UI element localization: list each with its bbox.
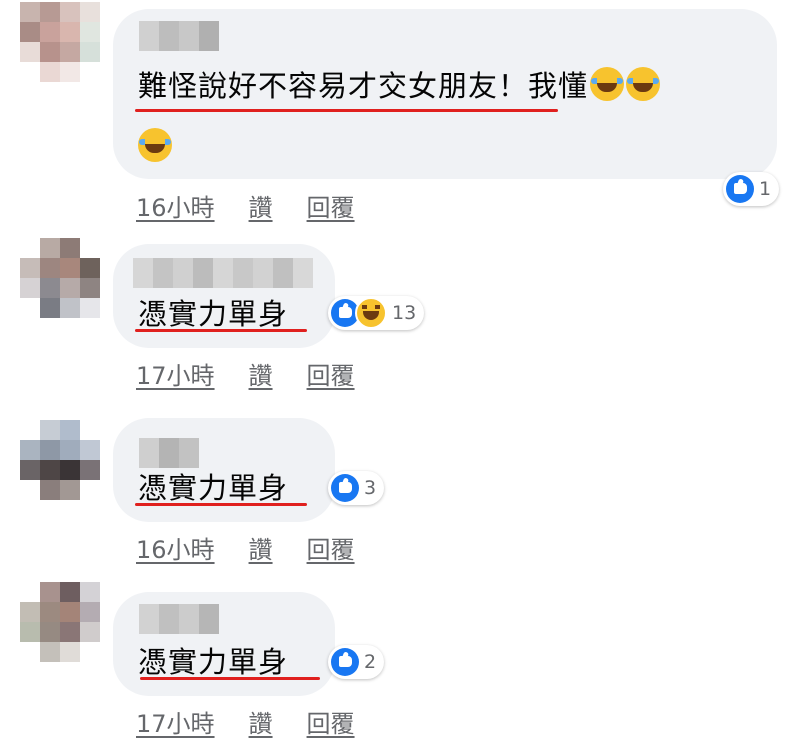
comment-meta: 16小時 讚 回覆	[136, 188, 355, 223]
haha-reaction-icon	[355, 297, 387, 329]
timestamp-link[interactable]: 16小時	[136, 188, 215, 223]
highlight-underline	[135, 329, 307, 332]
laugh-tears-emoji-icon	[626, 67, 661, 101]
reaction-summary[interactable]: 1	[723, 172, 780, 206]
comment-meta: 16小時 讚 回覆	[136, 530, 355, 565]
author-name-redacted[interactable]	[139, 438, 199, 468]
like-button[interactable]: 讚	[249, 530, 273, 565]
like-reaction-icon	[726, 175, 754, 203]
avatar[interactable]	[20, 420, 100, 500]
comment-bubble: 憑實力單身	[113, 418, 335, 522]
laugh-tears-emoji-icon	[590, 67, 625, 101]
comment-meta: 17小時 讚 回覆	[136, 356, 355, 391]
like-button[interactable]: 讚	[249, 188, 273, 223]
comment-bubble: 憑實力單身	[113, 592, 335, 696]
avatar[interactable]	[20, 582, 100, 662]
reaction-summary[interactable]: 3	[328, 471, 385, 505]
reaction-summary[interactable]: 13	[328, 296, 425, 330]
highlight-underline	[135, 109, 558, 112]
timestamp-link[interactable]: 16小時	[136, 530, 215, 565]
reply-button[interactable]: 回覆	[307, 356, 355, 391]
reply-button[interactable]: 回覆	[307, 530, 355, 565]
avatar[interactable]	[20, 238, 100, 318]
reply-button[interactable]: 回覆	[307, 188, 355, 223]
timestamp-link[interactable]: 17小時	[136, 704, 215, 739]
like-button[interactable]: 讚	[249, 704, 273, 739]
highlight-underline	[135, 503, 307, 506]
like-reaction-icon	[331, 648, 359, 676]
reaction-count: 2	[364, 651, 377, 673]
like-reaction-icon	[331, 474, 359, 502]
comment-text-line2	[138, 125, 172, 169]
reaction-count: 3	[364, 477, 377, 499]
reaction-count: 13	[392, 302, 417, 324]
comment-bubble: 難怪說好不容易才交女朋友！我懂	[113, 9, 777, 179]
reply-button[interactable]: 回覆	[307, 704, 355, 739]
timestamp-link[interactable]: 17小時	[136, 356, 215, 391]
highlight-underline	[140, 677, 320, 680]
comment-meta: 17小時 讚 回覆	[136, 704, 355, 739]
reaction-summary[interactable]: 2	[328, 645, 385, 679]
comment-bubble: 憑實力單身	[113, 244, 335, 348]
author-name-redacted[interactable]	[133, 258, 313, 288]
avatar[interactable]	[20, 2, 100, 82]
author-name-redacted[interactable]	[139, 604, 219, 634]
comment-text: 難怪說好不容易才交女朋友！我懂	[138, 64, 661, 108]
reaction-count: 1	[759, 178, 772, 200]
author-name-redacted[interactable]	[139, 21, 219, 51]
laugh-tears-emoji-icon	[138, 128, 172, 162]
like-button[interactable]: 讚	[249, 356, 273, 391]
